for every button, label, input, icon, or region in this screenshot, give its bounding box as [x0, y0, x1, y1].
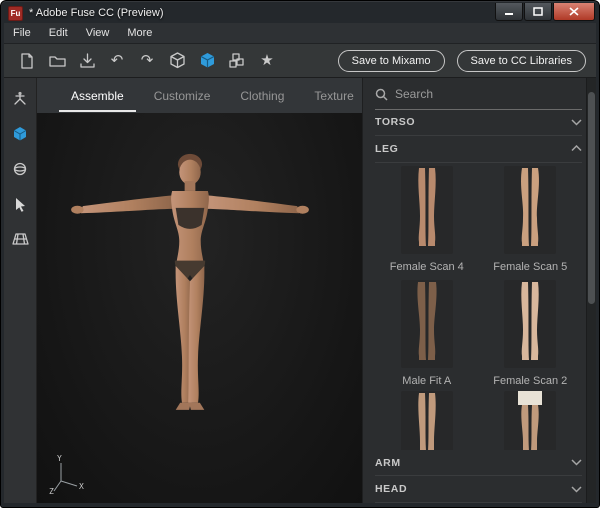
leg-item-label: Female Scan 2: [493, 374, 568, 387]
panel-scrollbar[interactable]: [586, 78, 596, 503]
tab-texture[interactable]: Texture: [302, 80, 365, 112]
close-button[interactable]: [553, 2, 595, 21]
leg-item-male-fit-a[interactable]: Male Fit A: [375, 277, 479, 391]
save-to-cc-libraries-button[interactable]: Save to CC Libraries: [456, 49, 586, 72]
undo-icon[interactable]: ↶: [104, 49, 130, 73]
search-icon: [375, 88, 388, 101]
tab-assemble[interactable]: Assemble: [59, 80, 136, 112]
leg-item-label: Male Fit A: [402, 374, 452, 387]
favorite-star-icon[interactable]: ★: [254, 49, 280, 73]
leg-item-partial-left[interactable]: [375, 390, 479, 450]
leg-thumbnail-grid: Female Scan 4 Female Scan 5 Male Fit A F…: [375, 163, 582, 450]
search-input[interactable]: [395, 87, 582, 102]
leg-thumbnail: [400, 390, 453, 450]
tab-strip: Assemble Customize Clothing Texture: [37, 78, 362, 113]
app-logo-icon: Fu: [8, 5, 23, 21]
perspective-tool-icon[interactable]: [11, 230, 29, 248]
svg-text:Z: Z: [49, 487, 54, 495]
tab-clothing[interactable]: Clothing: [228, 80, 296, 112]
group-cubes-icon[interactable]: [224, 49, 250, 73]
window-controls: [494, 2, 595, 21]
content-area: Assemble Customize Clothing Texture Y X …: [4, 78, 596, 503]
save-to-mixamo-button[interactable]: Save to Mixamo: [337, 49, 445, 72]
chevron-down-icon: [571, 459, 582, 466]
rig-tool-icon[interactable]: [11, 90, 29, 108]
leg-item-female-scan-4[interactable]: Female Scan 4: [375, 163, 479, 277]
menu-edit[interactable]: Edit: [40, 24, 77, 42]
leg-item-female-scan-5[interactable]: Female Scan 5: [479, 163, 583, 277]
section-leg-label: LEG: [375, 142, 399, 155]
leg-thumbnail: [400, 279, 453, 368]
section-leg[interactable]: LEG: [375, 136, 582, 163]
section-arm-label: ARM: [375, 456, 401, 469]
leg-thumbnail: [504, 165, 557, 254]
menu-more[interactable]: More: [118, 24, 161, 42]
tab-customize[interactable]: Customize: [142, 80, 223, 112]
section-head-label: HEAD: [375, 483, 408, 496]
minimize-button[interactable]: [495, 2, 523, 21]
leg-item-partial-right[interactable]: [479, 390, 583, 450]
section-torso-label: TORSO: [375, 116, 416, 129]
select-tool-icon[interactable]: [11, 195, 29, 213]
asset-panel: TORSO LEG Female Scan 4: [362, 78, 596, 503]
open-folder-icon[interactable]: [44, 49, 70, 73]
svg-text:X: X: [79, 482, 84, 491]
orbit-tool-icon[interactable]: [11, 160, 29, 178]
menu-file[interactable]: File: [4, 24, 40, 42]
save-icon[interactable]: [74, 49, 100, 73]
section-head[interactable]: HEAD: [375, 476, 582, 503]
cube-outline-icon[interactable]: [164, 49, 190, 73]
chevron-up-icon: [571, 145, 582, 152]
section-torso[interactable]: TORSO: [375, 110, 582, 137]
redo-icon[interactable]: ↷: [134, 49, 160, 73]
viewport-3d[interactable]: Y X Z: [37, 113, 362, 503]
axis-gizmo-icon: Y X Z: [49, 454, 84, 495]
toolbar: ↶ ↷ ★ Save to Mixamo Save to CC Librarie…: [4, 44, 596, 78]
cube-solid-icon[interactable]: [194, 49, 220, 73]
chevron-down-icon: [571, 486, 582, 493]
maximize-icon: [533, 6, 543, 16]
new-document-icon[interactable]: [14, 49, 40, 73]
window-title: * Adobe Fuse CC (Preview): [29, 7, 164, 19]
section-arm[interactable]: ARM: [375, 450, 582, 477]
minimize-icon: [505, 12, 513, 15]
search-bar: [375, 80, 582, 110]
leg-item-label: Female Scan 4: [389, 260, 464, 273]
main-column: Assemble Customize Clothing Texture Y X …: [37, 78, 362, 503]
menu-view[interactable]: View: [77, 24, 119, 42]
chevron-down-icon: [571, 119, 582, 126]
character-model: [70, 154, 309, 411]
assemble-tool-icon[interactable]: [11, 125, 29, 143]
maximize-button[interactable]: [524, 2, 552, 21]
leg-thumbnail: [504, 390, 557, 450]
leg-thumbnail: [504, 279, 557, 368]
leg-item-female-scan-2[interactable]: Female Scan 2: [479, 277, 583, 391]
left-tool-rail: [4, 78, 37, 503]
scrollbar-thumb[interactable]: [588, 92, 595, 304]
titlebar[interactable]: Fu * Adobe Fuse CC (Preview): [4, 1, 596, 23]
menubar: File Edit View More: [4, 23, 596, 44]
svg-text:Y: Y: [57, 454, 62, 463]
app-window: Fu * Adobe Fuse CC (Preview) File Edit V…: [0, 0, 600, 508]
leg-item-label: Female Scan 5: [493, 260, 568, 273]
close-icon: [569, 6, 579, 16]
leg-thumbnail: [400, 165, 453, 254]
